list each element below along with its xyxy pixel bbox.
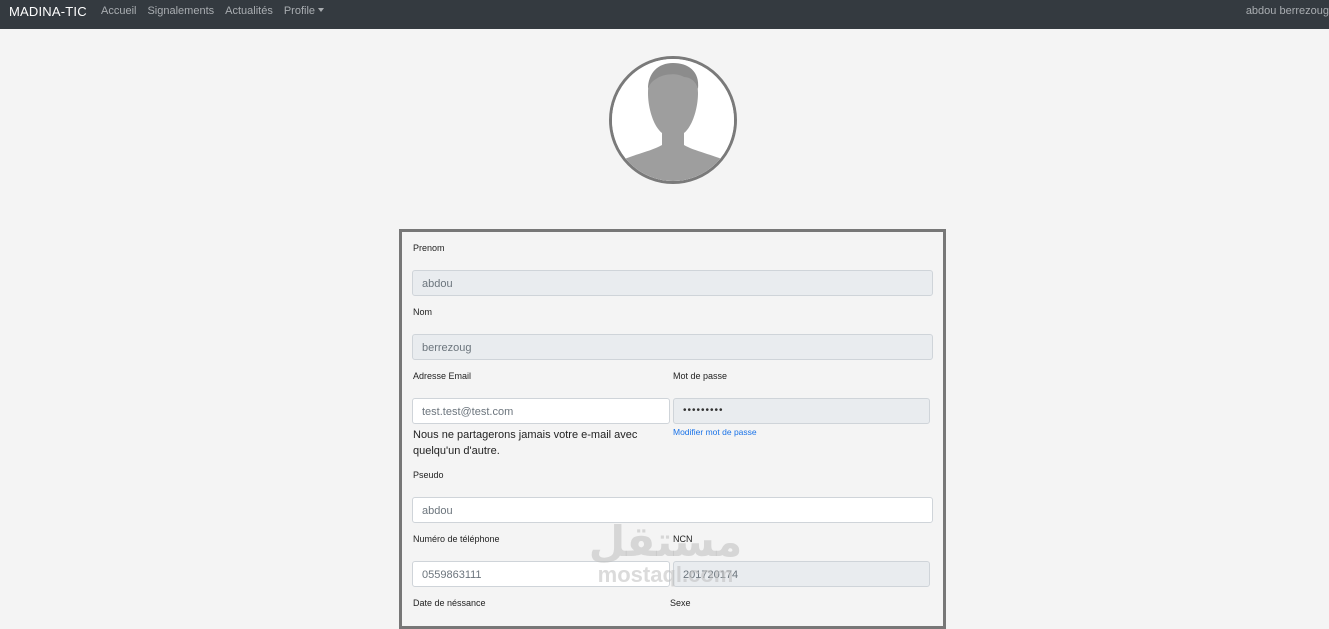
nav-dropdown-profile-label: Profile <box>283 5 316 17</box>
chevron-down-icon <box>318 8 325 12</box>
nav-links: Accueil Signalements Actualités Profile <box>101 5 325 17</box>
change-password-link[interactable]: Modifier mot de passe <box>673 427 757 437</box>
email-help-text: Nous ne partagerons jamais votre e-mail … <box>413 429 638 457</box>
nom-field[interactable]: berrezoug <box>412 334 933 360</box>
nav-user-name[interactable]: abdou berrezoug <box>1246 5 1329 17</box>
user-silhouette-icon <box>612 59 734 181</box>
phone-field[interactable]: 0559863111 <box>412 561 670 587</box>
nav-dropdown-profile[interactable]: Profile <box>283 5 325 17</box>
navbar: MADINA-TIC Accueil Signalements Actualit… <box>0 0 1329 29</box>
nav-link-accueil[interactable]: Accueil <box>101 5 136 17</box>
profile-avatar[interactable] <box>609 56 737 184</box>
pseudo-field[interactable]: abdou <box>412 497 933 523</box>
prenom-label: Prenom <box>413 243 445 253</box>
brand-logo[interactable]: MADINA-TIC <box>9 4 87 19</box>
nav-link-actualites[interactable]: Actualités <box>225 5 273 17</box>
nom-label: Nom <box>413 307 433 317</box>
nav-link-signalements[interactable]: Signalements <box>147 5 214 17</box>
email-field[interactable]: test.test@test.com <box>412 398 670 424</box>
phone-label: Numéro de téléphone <box>413 534 500 544</box>
ncn-label: NCN <box>673 534 693 544</box>
pseudo-label: Pseudo <box>413 470 444 480</box>
password-field[interactable]: ••••••••• <box>673 398 930 424</box>
email-label: Adresse Email <box>413 371 472 381</box>
ncn-field[interactable]: 201720174 <box>673 561 930 587</box>
password-label: Mot de passe <box>673 371 728 381</box>
prenom-field[interactable]: abdou <box>412 270 933 296</box>
